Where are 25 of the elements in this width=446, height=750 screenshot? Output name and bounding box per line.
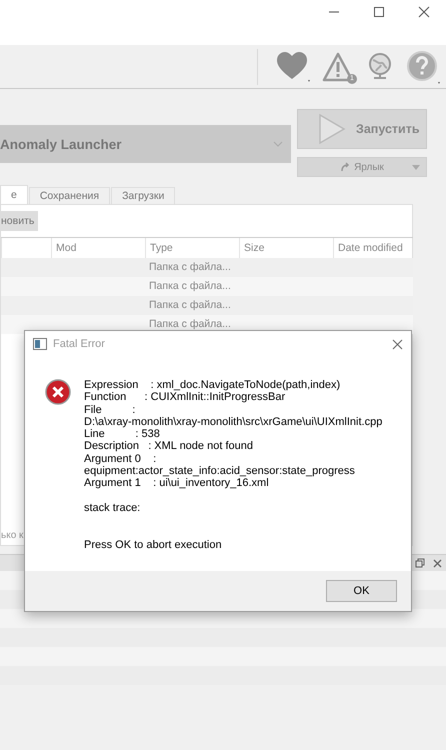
message-line: File : <box>84 404 136 416</box>
table-cell-text: Папка с файла... <box>148 298 232 313</box>
tab[interactable]: Загрузки <box>111 187 176 204</box>
message-line: Description : XML node not found <box>84 440 254 453</box>
table-cell-text: Папка с файла... <box>148 260 232 275</box>
message-line: Argument 0 : <box>84 452 158 466</box>
refresh-button[interactable]: новить <box>1 211 38 231</box>
message-line: equipment:actor_state_info:acid_sensor:state_progress <box>84 465 356 478</box>
launch-button[interactable]: Запустить <box>297 109 427 149</box>
message-line: Press OK to abort execution <box>84 538 223 552</box>
profile-dropdown[interactable]: Anomaly Launcher <box>0 125 291 163</box>
ok-button[interactable]: OK <box>326 580 397 602</box>
tab[interactable]: е <box>0 185 28 204</box>
message-line: Argument 1 : ui\ui_inventory_16.xml <box>84 477 270 490</box>
tab[interactable]: Сохранения <box>28 187 110 204</box>
message-line: Expression : xml_doc.NavigateToNode(path,index) <box>84 379 342 392</box>
dialog-title: Fatal Error <box>53 338 105 350</box>
message-line: D:\a\xray-monolith\xray-monolith\src\xrGame\ui\UIXmlInit.cpp <box>84 416 382 428</box>
message-line: stack trace: <box>84 502 142 514</box>
table-cell-text: Папка с файла... <box>148 279 232 294</box>
message-line: Line : 538 <box>84 428 161 440</box>
table-cell-text: Папка с файла... <box>148 317 232 332</box>
message-line: Function : CUIXmlInit::InitProgressBar <box>84 391 286 404</box>
shortcut-button[interactable]: Ярлык <box>297 157 427 177</box>
status-text: ько к <box>1 530 24 541</box>
